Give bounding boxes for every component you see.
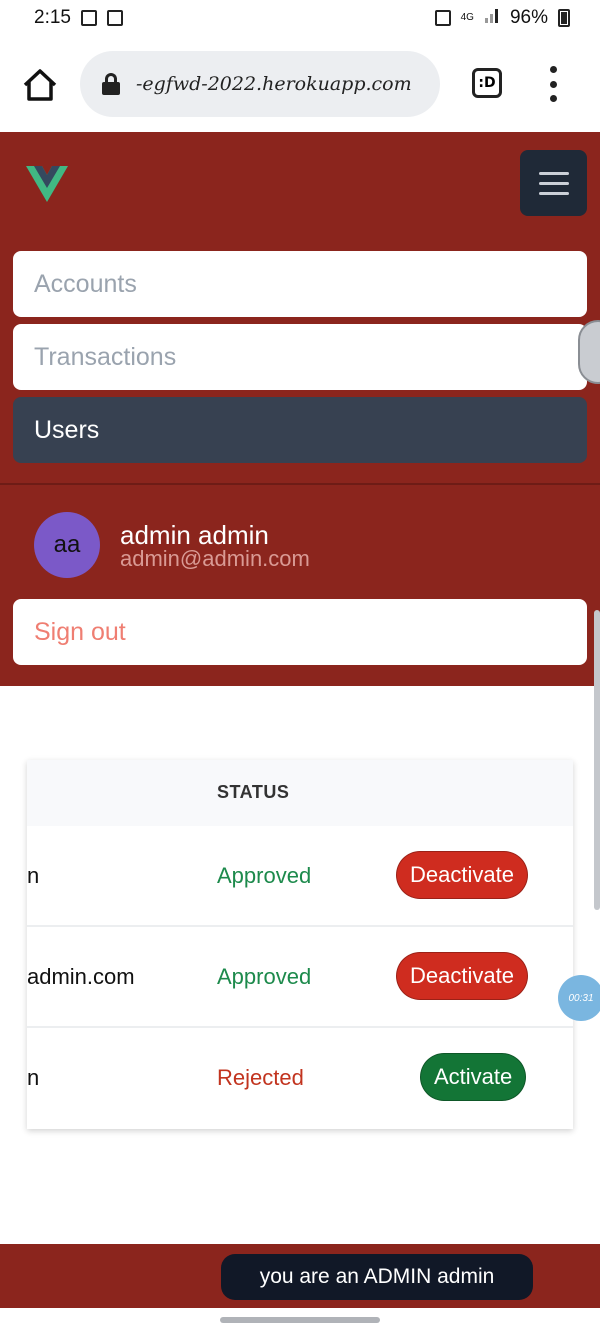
screen-recorder-timer[interactable]: 00:31 <box>558 975 600 1021</box>
nav-item-accounts[interactable]: Accounts <box>13 251 587 317</box>
image-icon <box>106 10 123 26</box>
sign-out-button[interactable]: Sign out <box>13 599 587 665</box>
gesture-navigation-bar[interactable] <box>220 1317 380 1323</box>
menu-toggle-button[interactable] <box>520 150 587 216</box>
home-button[interactable] <box>22 68 58 102</box>
deactivate-button[interactable]: Deactivate <box>396 851 528 899</box>
tab-switcher-button[interactable]: :D <box>472 68 502 98</box>
status-time: 2:15 <box>34 7 71 28</box>
browser-toolbar: -egfwd-2022.herokuapp.com :D <box>0 36 600 132</box>
status-cell: Rejected <box>217 1065 304 1090</box>
user-email-cell: n <box>27 1065 40 1090</box>
vue-logo-icon <box>26 166 68 202</box>
nav-divider <box>0 483 600 485</box>
hamburger-icon <box>538 171 569 175</box>
avatar: aa <box>34 512 100 578</box>
url-text: -egfwd-2022.herokuapp.com <box>136 73 412 95</box>
table-row: n Rejected Activate <box>27 1028 573 1129</box>
edge-panel-handle[interactable] <box>578 320 600 384</box>
table-row: n Approved Deactivate <box>27 826 573 927</box>
scrollbar[interactable] <box>594 610 600 910</box>
vue-logo[interactable] <box>26 166 68 202</box>
signal-icon <box>484 7 500 29</box>
dot-icon <box>549 80 557 88</box>
address-bar[interactable]: -egfwd-2022.herokuapp.com <box>80 51 440 117</box>
nav-item-transactions[interactable]: Transactions <box>13 324 587 390</box>
table-row: admin.com Approved Deactivate <box>27 927 573 1028</box>
nav-item-users[interactable]: Users <box>13 397 587 463</box>
role-toast: you are an ADMIN admin <box>221 1254 533 1300</box>
activate-button[interactable]: Activate <box>420 1053 527 1101</box>
lock-icon <box>102 73 120 95</box>
status-column-header: STATUS <box>217 782 290 802</box>
status-cell: Approved <box>217 863 312 888</box>
table-header: STATUS <box>27 760 573 826</box>
more-options-button[interactable] <box>546 66 560 102</box>
user-email-cell: n <box>27 863 40 888</box>
mobile-nav-menu: Accounts Transactions Users aa admin adm… <box>0 132 600 686</box>
calendar-icon <box>80 10 97 26</box>
status-bar: 2:15 4G 96% <box>0 0 600 36</box>
network-type: 4G <box>460 12 474 23</box>
dot-icon <box>549 66 557 73</box>
status-cell: Approved <box>217 964 312 989</box>
home-icon <box>23 69 57 101</box>
footer: you are an ADMIN admin <box>0 1244 600 1308</box>
notification-icon <box>434 10 451 26</box>
battery-icon <box>558 9 570 27</box>
users-table: STATUS n Approved Deactivate admin.com A… <box>27 760 573 1129</box>
user-email: admin@admin.com <box>120 546 310 571</box>
deactivate-button[interactable]: Deactivate <box>396 952 528 1000</box>
user-email-cell: admin.com <box>27 964 135 989</box>
battery-percent: 96% <box>509 7 548 28</box>
dot-icon <box>549 95 557 102</box>
